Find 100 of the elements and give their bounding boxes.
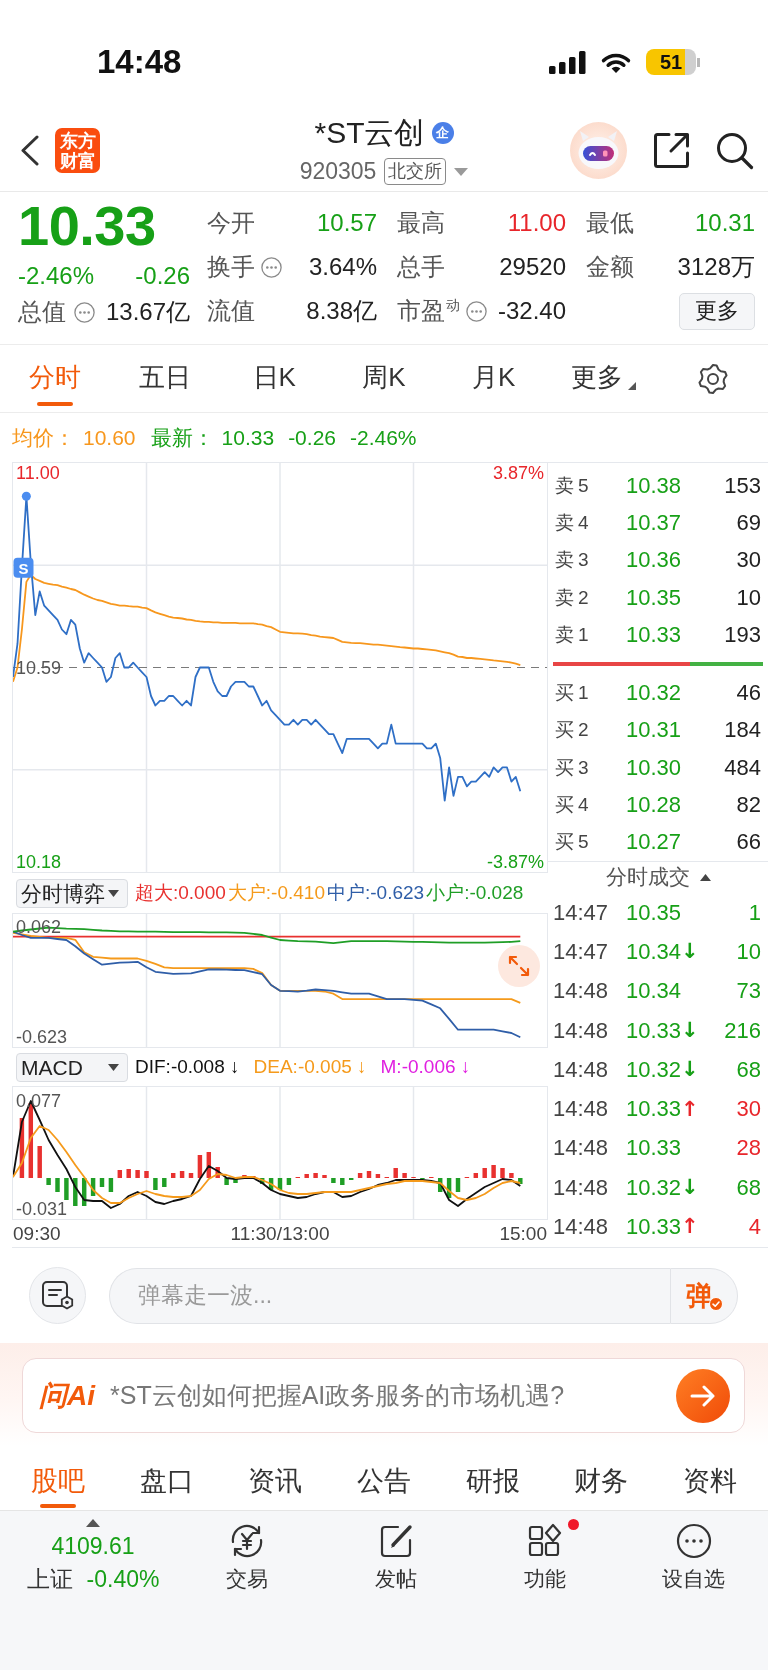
order-level-label: 卖2 (555, 585, 594, 610)
stock-name: *ST云创 (314, 115, 425, 150)
stat-value: 3128万 (677, 252, 755, 282)
trade-price: 10.32 (626, 1174, 682, 1201)
order-level-label: 买4 (555, 793, 594, 817)
trend-arrow: ↓ (681, 1177, 699, 1199)
change-percent: -2.46% (18, 262, 95, 290)
ai-logo: 问Ai (39, 1378, 95, 1413)
legend-label: DEA:-0.005 ↓ (253, 1056, 367, 1078)
percent-axis-label: 3.87% (492, 463, 544, 483)
status-time: 14:48 (97, 46, 182, 78)
trade-time: 14:48 (553, 1056, 610, 1083)
legend-label: M:-0.006 ↓ (380, 1056, 471, 1078)
current-price: 10.33 (18, 201, 156, 251)
stat-label: 换手 (207, 252, 255, 282)
order-level-label: 卖1 (555, 622, 594, 647)
stat-label: 最低 (586, 208, 634, 238)
stock-code: 920305 (299, 158, 377, 185)
stat-label: 最高 (397, 208, 445, 238)
stat-label: 流值 (207, 296, 255, 326)
enterprise-badge: 企 (431, 121, 454, 144)
trade-price: 10.33 (626, 1017, 682, 1044)
trade-volume: 68 (735, 1174, 761, 1201)
exchange-tag: 北交所 (384, 158, 447, 185)
trade-price: 10.33 (626, 1135, 682, 1162)
axis-label: 10.59 (16, 657, 62, 678)
trend-arrow: ↓ (681, 941, 699, 963)
trade-price: 10.33 (626, 1214, 682, 1240)
order-volume: 193 (723, 621, 761, 648)
order-price: 10.37 (624, 509, 681, 536)
trade-volume: 4 (747, 1214, 761, 1240)
order-volume: 484 (723, 754, 761, 781)
ai-question: *ST云创如何把握AI政务服务的市场机遇? (110, 1380, 565, 1411)
legend-label: DIF:-0.008 ↓ (135, 1056, 240, 1078)
order-price: 10.32 (624, 680, 681, 707)
trade-time: 14:48 (553, 1135, 610, 1162)
trend-arrow: ↓ (681, 1059, 699, 1081)
trade-time: 14:48 (553, 978, 610, 1005)
trade-volume: 216 (723, 1017, 761, 1044)
order-level-label: 卖3 (555, 548, 594, 573)
stat-label: 市盈$^{动}$ (397, 296, 460, 326)
trend-arrow: ↓ (681, 1020, 699, 1041)
trade-time: 14:48 (553, 1017, 610, 1044)
trade-time: 14:48 (553, 1174, 610, 1201)
trend-arrow: ↑ (681, 1216, 699, 1238)
stat-value: 10.57 (316, 209, 377, 237)
order-price: 10.30 (624, 754, 681, 781)
legend-label: 超大:0.000 (135, 881, 226, 905)
stat-label: 总手 (397, 252, 445, 282)
price-change-percent: -2.46% (350, 425, 417, 450)
stat-label: 金额 (586, 252, 634, 282)
order-volume: 66 (735, 829, 761, 856)
order-level-label: 买2 (555, 718, 594, 743)
axis-label: 11.00 (16, 463, 60, 483)
trade-time: 14:48 (553, 1096, 610, 1123)
order-price: 10.31 (624, 717, 681, 744)
order-volume: 10 (735, 584, 761, 611)
order-price: 10.38 (624, 472, 681, 499)
trade-price: 10.34 (626, 938, 682, 965)
legend-label: 大户:-0.410 (227, 881, 325, 905)
axis-label: 0.077 (16, 1091, 62, 1111)
legend-label: 中户:-0.623 (327, 881, 425, 905)
time-axis-label: 09:30 (13, 1222, 61, 1245)
order-level-label: 卖4 (555, 510, 594, 535)
trade-volume: 10 (735, 938, 761, 965)
order-price: 10.36 (624, 547, 681, 574)
order-level-label: 买5 (555, 830, 594, 855)
order-volume: 69 (735, 509, 761, 536)
stat-label: 总值 (18, 297, 66, 327)
annotation: S (18, 560, 29, 578)
order-volume: 46 (735, 680, 761, 707)
time-axis-label: 11:30/13:00 (230, 1222, 330, 1245)
stat-value: 3.64% (308, 253, 377, 281)
stat-label: 今开 (207, 208, 255, 238)
trade-volume: 68 (735, 1056, 761, 1083)
axis-label: -0.031 (16, 1199, 68, 1219)
order-level-label: 买1 (555, 681, 594, 706)
trade-price: 10.33 (626, 1096, 682, 1123)
order-level-label: 卖5 (555, 473, 594, 498)
order-volume: 30 (735, 547, 761, 574)
trade-volume: 1 (747, 899, 761, 926)
trend-arrow: ↑ (681, 1098, 699, 1120)
trade-volume: 30 (735, 1096, 761, 1123)
latest-price-label: 最新： (150, 424, 214, 451)
axis-label: -0.623 (16, 1027, 68, 1047)
stat-value: 10.31 (694, 209, 755, 237)
order-price: 10.27 (624, 829, 681, 856)
stat-value: 13.67亿 (105, 297, 190, 327)
order-price: 10.33 (624, 621, 681, 648)
order-volume: 82 (735, 792, 761, 818)
trade-price: 10.34 (626, 978, 682, 1005)
trade-time: 14:48 (553, 1214, 610, 1240)
stat-value: 11.00 (507, 209, 566, 237)
trade-volume: 28 (735, 1135, 761, 1162)
battery-indicator: 51 (646, 49, 700, 75)
latest-price: 10.33 (221, 425, 275, 450)
time-axis-label: 15:00 (499, 1222, 547, 1245)
trade-price: 10.35 (626, 899, 682, 926)
stat-value: 8.38亿 (306, 296, 377, 326)
legend-label: 小户:-0.028 (426, 881, 524, 905)
